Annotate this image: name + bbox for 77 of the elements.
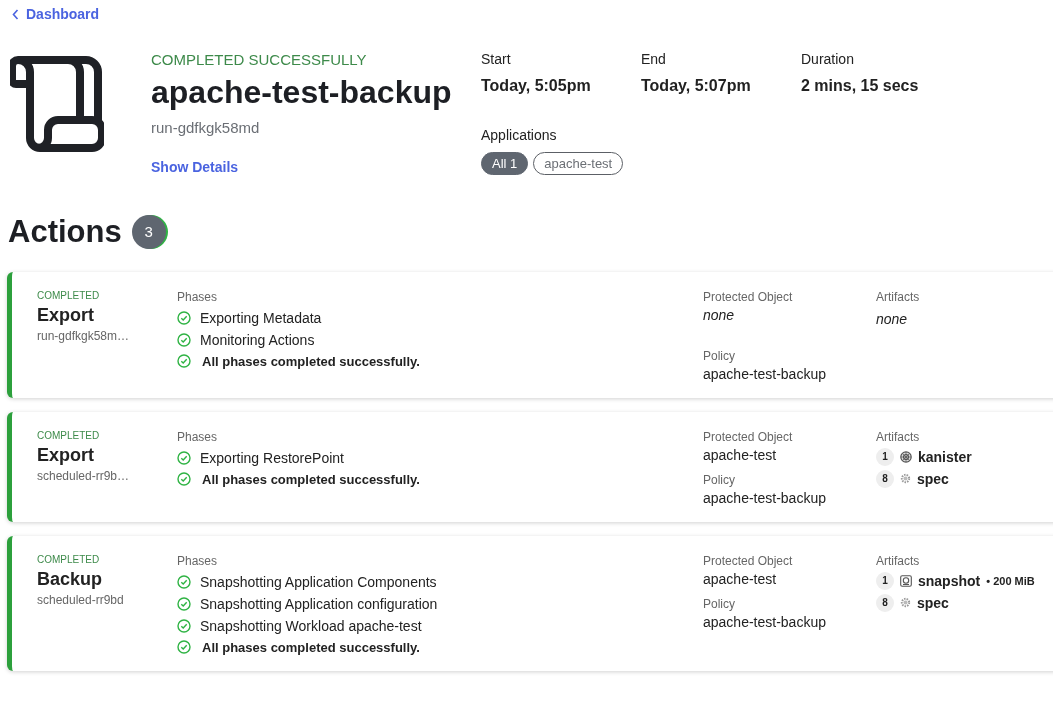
action-status: COMPLETED xyxy=(37,289,101,301)
action-type: Backup xyxy=(37,568,104,590)
policy-label: Policy xyxy=(703,472,736,487)
actions-count-badge: 3 xyxy=(131,214,166,249)
run-status: COMPLETED SUCCESSFULLY xyxy=(151,50,368,68)
applications-label: Applications xyxy=(481,126,558,143)
artifact-size: • 200 MiB xyxy=(986,574,1035,587)
chevron-left-icon xyxy=(12,8,19,20)
check-circle-icon xyxy=(177,332,191,347)
protected-object-label: Protected Object xyxy=(703,553,794,568)
phase-name: Snapshotting Application configuration xyxy=(200,595,438,612)
meta-value: Today, 5:05pm xyxy=(481,76,592,95)
scroll-icon xyxy=(10,55,104,152)
check-circle-icon xyxy=(177,640,191,654)
protected-object-value: apache-test xyxy=(703,570,778,587)
action-id: scheduled-rr9b… xyxy=(37,468,131,483)
artifact-name: kanister xyxy=(918,448,972,465)
action-status: COMPLETED xyxy=(37,553,101,565)
check-circle-icon xyxy=(177,310,191,325)
phase-name: Exporting RestorePoint xyxy=(200,449,344,466)
phase-name: Snapshotting Workload apache-test xyxy=(200,617,422,634)
phase-name: Exporting Metadata xyxy=(200,309,322,326)
action-id: run-gdfkgk58m… xyxy=(37,328,131,343)
protected-object-label: Protected Object xyxy=(703,429,794,444)
disk-icon xyxy=(900,574,912,587)
artifacts-empty: none xyxy=(876,310,909,327)
action-type: Export xyxy=(37,304,95,326)
protected-object-value: none xyxy=(703,306,736,323)
meta-value: Today, 5:07pm xyxy=(641,76,752,95)
artifact-count-badge: 1 xyxy=(876,447,894,466)
check-circle-icon xyxy=(177,596,191,611)
meta-value: 2 mins, 15 secs xyxy=(801,76,920,95)
meta-label: End xyxy=(641,50,667,67)
policy-value: apache-test-backup xyxy=(703,489,827,506)
artifact-count-badge: 8 xyxy=(876,469,894,488)
artifacts-label: Artifacts xyxy=(876,429,921,444)
artifacts-label: Artifacts xyxy=(876,289,921,304)
run-id: run-gdfkgk58md xyxy=(151,118,261,136)
wheel-icon xyxy=(900,450,912,463)
gear-icon xyxy=(900,473,911,484)
artifact-name: snapshot xyxy=(918,572,981,589)
check-circle-icon xyxy=(177,472,191,486)
check-circle-icon xyxy=(177,354,191,368)
artifacts-label: Artifacts xyxy=(876,553,921,568)
protected-object-value: apache-test xyxy=(703,446,778,463)
artifact-count-badge: 1 xyxy=(876,571,894,590)
action-type: Export xyxy=(37,444,95,466)
check-circle-icon xyxy=(177,618,191,633)
meta-label: Start xyxy=(481,50,512,67)
protected-object-label: Protected Object xyxy=(703,289,794,304)
phases-summary: All phases completed successfully. xyxy=(202,639,420,655)
phase-name: Monitoring Actions xyxy=(200,331,315,348)
phases-label: Phases xyxy=(177,553,219,568)
meta-label: Duration xyxy=(801,50,855,67)
policy-value: apache-test-backup xyxy=(703,365,827,382)
policy-label: Policy xyxy=(703,348,736,363)
show-details-link[interactable]: Show Details xyxy=(151,158,239,175)
check-circle-icon xyxy=(177,574,191,589)
policy-value: apache-test-backup xyxy=(703,613,827,630)
dashboard-back-link[interactable]: Dashboard xyxy=(12,6,100,22)
application-chip[interactable]: All 1 xyxy=(481,151,529,175)
actions-heading: Actions xyxy=(8,213,122,250)
artifact-count-badge: 8 xyxy=(876,593,894,612)
artifact-name: spec xyxy=(917,470,949,487)
phases-label: Phases xyxy=(177,429,219,444)
check-circle-icon xyxy=(177,450,191,465)
application-chip[interactable]: apache-test xyxy=(533,151,624,175)
phase-name: Snapshotting Application Components xyxy=(200,573,437,590)
phases-label: Phases xyxy=(177,289,219,304)
action-status: COMPLETED xyxy=(37,429,101,441)
action-id: scheduled-rr9bd xyxy=(37,592,125,607)
artifact-name: spec xyxy=(917,594,949,611)
run-title: apache-test-backup xyxy=(151,73,453,111)
gear-icon xyxy=(900,597,911,608)
phases-summary: All phases completed successfully. xyxy=(202,471,420,487)
phases-summary: All phases completed successfully. xyxy=(202,353,420,369)
policy-label: Policy xyxy=(703,596,736,611)
